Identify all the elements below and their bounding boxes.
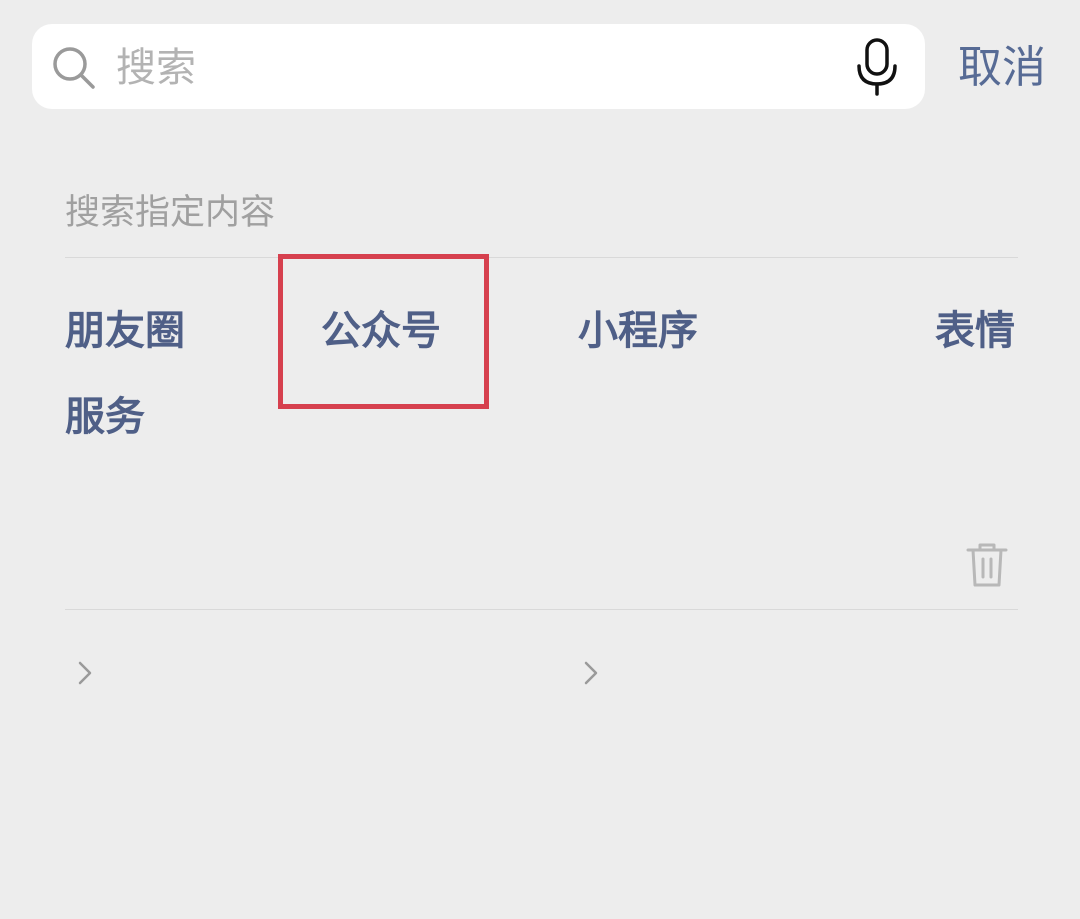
category-mini-programs[interactable]: 小程序 — [578, 307, 698, 355]
trash-icon[interactable] — [966, 542, 1008, 588]
divider — [65, 257, 1018, 258]
search-input[interactable] — [116, 38, 816, 98]
history-divider — [65, 609, 1018, 610]
section-title: 搜索指定内容 — [65, 193, 276, 233]
cancel-button[interactable]: 取消 — [958, 40, 1046, 96]
search-icon — [53, 47, 95, 89]
microphone-icon[interactable] — [854, 38, 900, 96]
chevron-right-icon[interactable] — [78, 661, 92, 685]
category-stickers[interactable]: 表情 — [935, 307, 1015, 355]
category-services[interactable]: 服务 — [65, 393, 145, 441]
category-moments[interactable]: 朋友圈 — [65, 307, 185, 355]
chevron-right-icon[interactable] — [584, 661, 598, 685]
highlight-box — [278, 254, 489, 409]
